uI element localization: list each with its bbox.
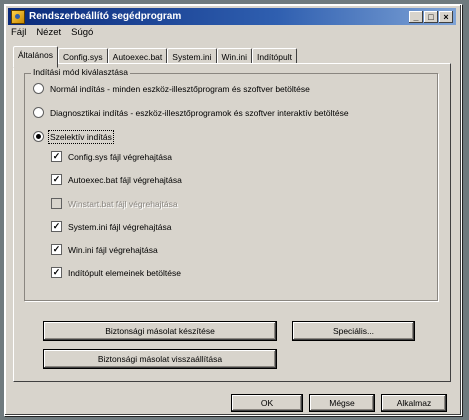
radio-label: Normál indítás - minden eszköz-illesztőp… [50,83,310,94]
checkbox-label: Winstart.bat fájl végrehajtása [68,198,178,209]
check-winstart-bat: Winstart.bat fájl végrehajtása [51,198,178,209]
checkbox[interactable]: ✓ [51,151,62,162]
menu-file[interactable]: Fájl [11,27,26,41]
radio-normal-startup[interactable]: Normál indítás - minden eszköz-illesztőp… [33,83,310,94]
check-system-ini[interactable]: ✓ System.ini fájl végrehajtása [51,221,171,232]
checkbox[interactable]: ✓ [51,174,62,185]
advanced-button[interactable]: Speciális... [292,321,415,341]
radio-diagnostic-startup[interactable]: Diagnosztikai indítás - eszköz-illesztőp… [33,107,349,118]
restore-backup-button[interactable]: Biztonsági másolat visszaállítása [43,349,277,369]
ok-button[interactable]: OK [231,394,303,412]
checkbox-label: Config.sys fájl végrehajtása [68,151,172,162]
menu-help[interactable]: Súgó [71,27,93,41]
checkbox[interactable]: ✓ [51,221,62,232]
tab-general[interactable]: Általános [13,46,58,68]
radio-button[interactable] [33,107,44,118]
title-bar[interactable]: Rendszerbeállító segédprogram _ □ × [8,8,456,25]
menu-view[interactable]: Nézet [36,27,61,41]
cancel-button[interactable]: Mégse [309,394,375,412]
general-tab-panel: Indítási mód kiválasztása Normál indítás… [13,63,451,382]
check-startup-items[interactable]: ✓ Indítópult elemeinek betöltése [51,267,181,278]
window-title: Rendszerbeállító segédprogram [29,11,182,22]
radio-label: Diagnosztikai indítás - eszköz-illesztőp… [50,107,349,118]
system-config-window: Rendszerbeállító segédprogram _ □ × Fájl… [4,4,462,416]
menu-bar: Fájl Nézet Súgó [11,27,93,41]
checkbox-label: Autoexec.bat fájl végrehajtása [68,174,182,185]
radio-label: Szelektív indítás [48,129,114,144]
check-win-ini[interactable]: ✓ Win.ini fájl végrehajtása [51,244,158,255]
check-autoexec-bat[interactable]: ✓ Autoexec.bat fájl végrehajtása [51,174,182,185]
check-config-sys[interactable]: ✓ Config.sys fájl végrehajtása [51,151,172,162]
minimize-button[interactable]: _ [409,10,423,23]
radio-button[interactable] [33,131,44,142]
create-backup-button[interactable]: Biztonsági másolat készítése [43,321,277,341]
checkbox [51,198,62,209]
checkbox-label: Win.ini fájl végrehajtása [68,244,158,255]
startup-selection-group: Indítási mód kiválasztása Normál indítás… [24,67,438,301]
group-title: Indítási mód kiválasztása [31,67,130,77]
checkbox-label: System.ini fájl végrehajtása [68,221,172,232]
radio-button[interactable] [33,83,44,94]
maximize-button[interactable]: □ [424,10,438,23]
checkbox[interactable]: ✓ [51,244,62,255]
checkbox[interactable]: ✓ [51,267,62,278]
apply-button[interactable]: Alkalmaz [381,394,447,412]
radio-selective-startup[interactable]: Szelektív indítás [33,129,114,144]
close-button[interactable]: × [439,10,453,23]
checkbox-label: Indítópult elemeinek betöltése [68,267,181,278]
app-icon [11,9,25,24]
tab-strip: Általános Config.sys Autoexec.bat System… [13,46,297,68]
